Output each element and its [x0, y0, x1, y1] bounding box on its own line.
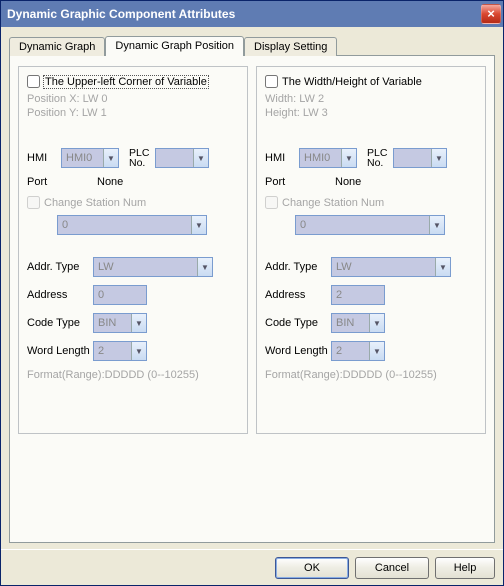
titlebar: Dynamic Graphic Component Attributes ×: [1, 1, 503, 27]
code-type-label-right: Code Type: [265, 317, 331, 329]
help-button[interactable]: Help: [435, 557, 495, 579]
station-value-right: 0: [300, 219, 306, 231]
chevron-down-icon: ▼: [431, 149, 446, 167]
dialog-window: Dynamic Graphic Component Attributes × D…: [0, 0, 504, 586]
address-field-left[interactable]: 0: [93, 285, 147, 305]
plc-no-label-right: PLC No.: [367, 148, 393, 168]
checkbox-label-upper-left: The Upper-left Corner of Variable: [44, 76, 208, 88]
word-length-label-left: Word Length: [27, 345, 93, 357]
group-upper-left-corner: The Upper-left Corner of Variable Positi…: [18, 66, 248, 434]
code-type-combo-right[interactable]: BIN ▼: [331, 313, 385, 333]
change-station-label-left: Change Station Num: [44, 197, 146, 209]
word-length-combo-right[interactable]: 2 ▼: [331, 341, 385, 361]
address-value-left: 0: [98, 289, 104, 301]
port-value-right: None: [335, 176, 361, 188]
port-value-left: None: [97, 176, 123, 188]
hmi-value-right: HMI0: [304, 152, 330, 164]
code-type-label-left: Code Type: [27, 317, 93, 329]
chevron-down-icon: ▼: [193, 149, 208, 167]
port-label-left: Port: [27, 176, 97, 188]
addr-type-value-right: LW: [336, 261, 352, 273]
code-type-combo-left[interactable]: BIN ▼: [93, 313, 147, 333]
height-text: Height: LW 3: [265, 106, 477, 120]
window-title: Dynamic Graphic Component Attributes: [7, 7, 481, 21]
word-length-combo-left[interactable]: 2 ▼: [93, 341, 147, 361]
station-value-left: 0: [62, 219, 68, 231]
checkbox-label-width-height: The Width/Height of Variable: [282, 76, 422, 88]
chevron-down-icon: ▼: [369, 342, 384, 360]
word-length-label-right: Word Length: [265, 345, 331, 357]
tab-dynamic-graph[interactable]: Dynamic Graph: [9, 37, 105, 56]
ok-button[interactable]: OK: [275, 557, 349, 579]
format-text-left: Format(Range):DDDDD (0--10255): [27, 369, 239, 381]
station-combo-left[interactable]: 0 ▼: [57, 215, 207, 235]
close-button[interactable]: ×: [481, 4, 501, 24]
address-label-left: Address: [27, 289, 93, 301]
tab-panel: The Upper-left Corner of Variable Positi…: [9, 55, 495, 543]
code-type-value-left: BIN: [98, 317, 116, 329]
chevron-down-icon: ▼: [341, 149, 356, 167]
tab-strip: Dynamic Graph Dynamic Graph Position Dis…: [9, 33, 495, 55]
word-length-value-left: 2: [98, 345, 104, 357]
format-text-right: Format(Range):DDDDD (0--10255): [265, 369, 477, 381]
code-type-value-right: BIN: [336, 317, 354, 329]
button-bar: OK Cancel Help: [1, 549, 503, 585]
tab-display-setting[interactable]: Display Setting: [244, 37, 337, 56]
addr-type-label-right: Addr. Type: [265, 261, 331, 273]
chevron-down-icon: ▼: [429, 216, 444, 234]
tab-dynamic-graph-position[interactable]: Dynamic Graph Position: [105, 36, 244, 56]
plc-no-label-left: PLC No.: [129, 148, 155, 168]
chevron-down-icon: ▼: [131, 342, 146, 360]
checkbox-width-height[interactable]: [265, 75, 278, 88]
addr-type-combo-right[interactable]: LW ▼: [331, 257, 451, 277]
checkbox-upper-left-corner[interactable]: [27, 75, 40, 88]
width-text: Width: LW 2: [265, 92, 477, 106]
position-x-text: Position X: LW 0: [27, 92, 239, 106]
chevron-down-icon: ▼: [435, 258, 450, 276]
hmi-combo-right[interactable]: HMI0 ▼: [299, 148, 357, 168]
address-label-right: Address: [265, 289, 331, 301]
change-station-label-right: Change Station Num: [282, 197, 384, 209]
hmi-label-right: HMI: [265, 152, 299, 164]
position-info: Position X: LW 0 Position Y: LW 1: [27, 92, 239, 120]
chevron-down-icon: ▼: [197, 258, 212, 276]
chevron-down-icon: ▼: [369, 314, 384, 332]
port-label-right: Port: [265, 176, 335, 188]
address-value-right: 2: [336, 289, 342, 301]
checkbox-change-station-left[interactable]: [27, 196, 40, 209]
chevron-down-icon: ▼: [131, 314, 146, 332]
client-area: Dynamic Graph Dynamic Graph Position Dis…: [1, 27, 503, 549]
position-y-text: Position Y: LW 1: [27, 106, 239, 120]
addr-type-value-left: LW: [98, 261, 114, 273]
checkbox-change-station-right[interactable]: [265, 196, 278, 209]
addr-type-combo-left[interactable]: LW ▼: [93, 257, 213, 277]
address-field-right[interactable]: 2: [331, 285, 385, 305]
chevron-down-icon: ▼: [191, 216, 206, 234]
plc-no-combo-right[interactable]: ▼: [393, 148, 447, 168]
hmi-label-left: HMI: [27, 152, 61, 164]
hmi-combo-left[interactable]: HMI0 ▼: [61, 148, 119, 168]
chevron-down-icon: ▼: [103, 149, 118, 167]
addr-type-label-left: Addr. Type: [27, 261, 93, 273]
station-combo-right[interactable]: 0 ▼: [295, 215, 445, 235]
cancel-button[interactable]: Cancel: [355, 557, 429, 579]
size-info: Width: LW 2 Height: LW 3: [265, 92, 477, 120]
word-length-value-right: 2: [336, 345, 342, 357]
hmi-value-left: HMI0: [66, 152, 92, 164]
group-width-height: The Width/Height of Variable Width: LW 2…: [256, 66, 486, 434]
plc-no-combo-left[interactable]: ▼: [155, 148, 209, 168]
